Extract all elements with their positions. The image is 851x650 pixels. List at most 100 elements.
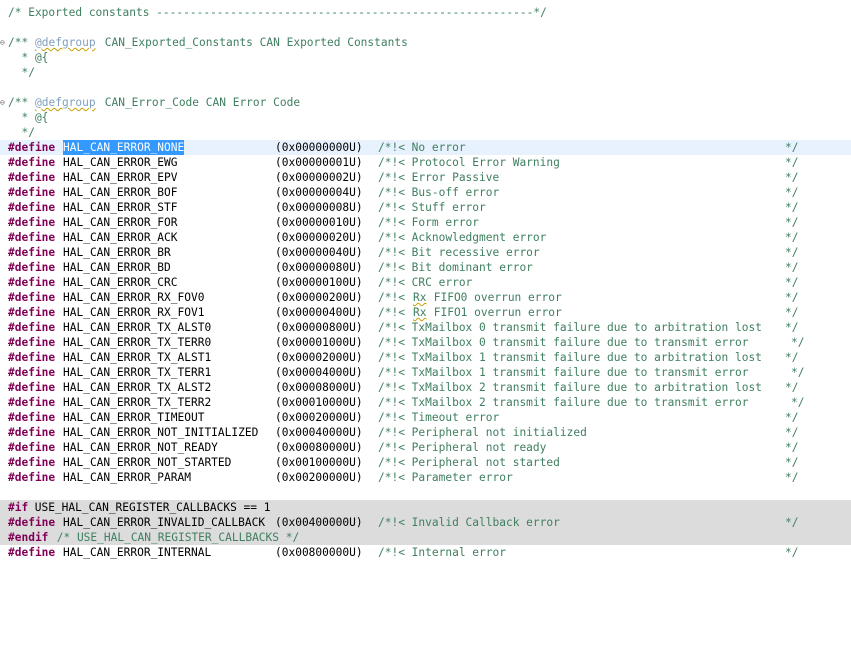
comment-end: */ (785, 411, 799, 424)
directive-define: #define (8, 351, 56, 364)
define-line: #define HAL_CAN_ERROR_EPV (0x00000002U) /*!… (0, 170, 851, 185)
define-name[interactable]: HAL_CAN_ERROR_BR (63, 245, 171, 260)
define-comment: /*!< Acknowledgment error (378, 231, 547, 244)
header-comment: /* Exported constants ------------------… (8, 6, 547, 19)
define-line: #define HAL_CAN_ERROR_STF (0x00000008U) /*!… (0, 200, 851, 215)
define-value: (0x00000000U) (275, 141, 363, 154)
define-comment: /*!< Peripheral not initialized (378, 426, 587, 439)
define-name[interactable]: HAL_CAN_ERROR_PARAM (63, 470, 191, 485)
define-name[interactable]: HAL_CAN_ERROR_STF (63, 200, 178, 215)
define-name[interactable]: HAL_CAN_ERROR_ACK (63, 230, 178, 245)
define-name[interactable]: HAL_CAN_ERROR_TX_TERR1 (63, 365, 211, 380)
define-value: (0x00800000U) (275, 546, 363, 559)
define-value: (0x00000040U) (275, 246, 363, 259)
define-name[interactable]: HAL_CAN_ERROR_TX_TERR2 (63, 395, 211, 410)
defgroup-text: CAN_Exported_Constants CAN Exported Cons… (98, 36, 408, 49)
directive-define: #define (8, 186, 56, 199)
directive-define: #define (8, 156, 56, 169)
define-name[interactable]: HAL_CAN_ERROR_TX_ALST1 (63, 350, 211, 365)
define-line: #define HAL_CAN_ERROR_BR (0x00000040U) /*!<… (0, 245, 851, 260)
directive-define: #define (8, 201, 56, 214)
defgroup-tag: @defgroup (35, 36, 96, 49)
define-comment: /*!< Peripheral not ready (378, 441, 547, 454)
define-name[interactable]: HAL_CAN_ERROR_NOT_INITIALIZED (63, 425, 258, 440)
code-line-if: #if USE_HAL_CAN_REGISTER_CALLBACKS == 1 (0, 500, 851, 515)
define-value: (0x00008000U) (275, 381, 363, 394)
define-comment: /*!< TxMailbox 2 transmit failure due to… (378, 381, 762, 394)
define-value: (0x00000001U) (275, 156, 363, 169)
directive-define: #define (8, 381, 56, 394)
define-line: #define HAL_CAN_ERROR_ACK (0x00000020U) /*!… (0, 230, 851, 245)
define-comment: FIFO0 overrun error (427, 291, 562, 304)
define-comment: /*!< Parameter error (378, 471, 513, 484)
code-line-internal-define: #define HAL_CAN_ERROR_INTERNAL (0x008000… (0, 545, 851, 560)
directive-define: #define (8, 216, 56, 229)
directive-define: #define (8, 246, 56, 259)
code-editor[interactable]: /* Exported constants ------------------… (0, 0, 851, 563)
directive-define: #define (8, 441, 56, 454)
define-line: #define HAL_CAN_ERROR_FOR (0x00000010U) /*!… (0, 215, 851, 230)
code-line-callback-define: #define HAL_CAN_ERROR_INVALID_CALLBACK (… (0, 515, 851, 530)
define-line: #define HAL_CAN_ERROR_NOT_READY (0x0008000… (0, 440, 851, 455)
define-name[interactable]: HAL_CAN_ERROR_BOF (63, 185, 178, 200)
define-line: #define HAL_CAN_ERROR_RX_FOV0 (0x00000200U… (0, 290, 851, 305)
directive-endif: #endif (8, 531, 49, 544)
directive-define: #define (8, 171, 56, 184)
directive-define: #define (8, 276, 56, 289)
define-line: #define HAL_CAN_ERROR_CRC (0x00000100U) /*!… (0, 275, 851, 290)
comment-end: */ (785, 426, 799, 439)
defgroup-text: CAN_Error_Code CAN Error Code (98, 96, 301, 109)
define-line: #define HAL_CAN_ERROR_TX_ALST2 (0x00008000… (0, 380, 851, 395)
define-name[interactable]: HAL_CAN_ERROR_TX_TERR0 (63, 335, 211, 350)
define-line: #define HAL_CAN_ERROR_BD (0x00000080U) /*!<… (0, 260, 851, 275)
fold-marker-icon[interactable]: ⊖ (0, 95, 6, 110)
define-comment: /*!< Protocol Error Warning (378, 156, 560, 169)
comment-end: */ (791, 396, 805, 409)
selected-define-name[interactable]: HAL_CAN_ERROR_NONE (63, 140, 185, 155)
fold-marker-icon[interactable]: ⊖ (0, 35, 6, 50)
comment-end: */ (791, 336, 805, 349)
define-comment: FIFO1 overrun error (427, 306, 562, 319)
define-name[interactable]: HAL_CAN_ERROR_EWG (63, 155, 178, 170)
define-comment: /*!< Stuff error (378, 201, 486, 214)
define-comment: /*!< Bit dominant error (378, 261, 533, 274)
directive-define: #define (8, 411, 56, 424)
comment-end: */ (785, 321, 799, 334)
define-name[interactable]: HAL_CAN_ERROR_FOR (63, 215, 178, 230)
define-comment: /*!< TxMailbox 2 transmit failure due to… (378, 396, 749, 409)
define-comment: /*!< Bus-off error (378, 186, 500, 199)
define-value: (0x00040000U) (275, 426, 363, 439)
comment-end: */ (785, 306, 799, 319)
define-name[interactable]: HAL_CAN_ERROR_TX_ALST2 (63, 380, 211, 395)
comment-end: */ (791, 366, 805, 379)
comment-end: */ (785, 216, 799, 229)
define-name[interactable]: HAL_CAN_ERROR_RX_FOV1 (63, 305, 204, 320)
directive-define: #define (8, 516, 56, 529)
define-comment: /*!< No error (378, 141, 466, 154)
comment-end: */ (785, 276, 799, 289)
defgroup-tag: @defgroup (35, 96, 96, 109)
define-value: (0x00000800U) (275, 321, 363, 334)
comment-end: */ (785, 456, 799, 469)
define-name[interactable]: HAL_CAN_ERROR_TX_ALST0 (63, 320, 211, 335)
directive-define: #define (8, 306, 56, 319)
comment-end: */ (785, 246, 799, 259)
define-value: (0x00000080U) (275, 261, 363, 274)
doc-close: */ (8, 66, 35, 79)
define-name[interactable]: HAL_CAN_ERROR_NOT_READY (63, 440, 218, 455)
directive-define: #define (8, 546, 56, 559)
define-name[interactable]: HAL_CAN_ERROR_BD (63, 260, 171, 275)
directive-define: #define (8, 321, 56, 334)
define-line: #define HAL_CAN_ERROR_NOT_STARTED (0x00100… (0, 455, 851, 470)
define-name[interactable]: HAL_CAN_ERROR_CRC (63, 275, 178, 290)
define-name[interactable]: HAL_CAN_ERROR_NOT_STARTED (63, 455, 231, 470)
directive-define: #define (8, 141, 56, 154)
define-comment: /*!< TxMailbox 1 transmit failure due to… (378, 351, 762, 364)
define-name[interactable]: HAL_CAN_ERROR_EPV (63, 170, 178, 185)
define-name[interactable]: HAL_CAN_ERROR_TIMEOUT (63, 410, 204, 425)
define-line: #define HAL_CAN_ERROR_TX_TERR0 (0x00001000… (0, 335, 851, 350)
define-name[interactable]: HAL_CAN_ERROR_RX_FOV0 (63, 290, 204, 305)
define-value: (0x00004000U) (275, 366, 363, 379)
comment-end: */ (785, 156, 799, 169)
endif-comment: /* USE_HAL_CAN_REGISTER_CALLBACKS */ (50, 531, 300, 544)
